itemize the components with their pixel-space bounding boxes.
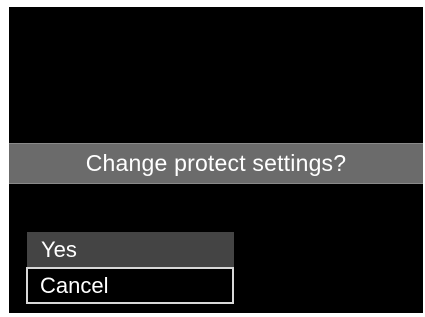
camera-screen: Change protect settings? Yes Cancel [9,7,423,313]
option-menu: Yes Cancel [26,232,234,304]
cancel-option[interactable]: Cancel [26,267,234,304]
yes-option[interactable]: Yes [27,232,234,267]
yes-option-label: Yes [41,236,77,262]
prompt-bar: Change protect settings? [9,143,423,184]
prompt-text: Change protect settings? [85,150,347,176]
cancel-option-label: Cancel [40,272,109,298]
